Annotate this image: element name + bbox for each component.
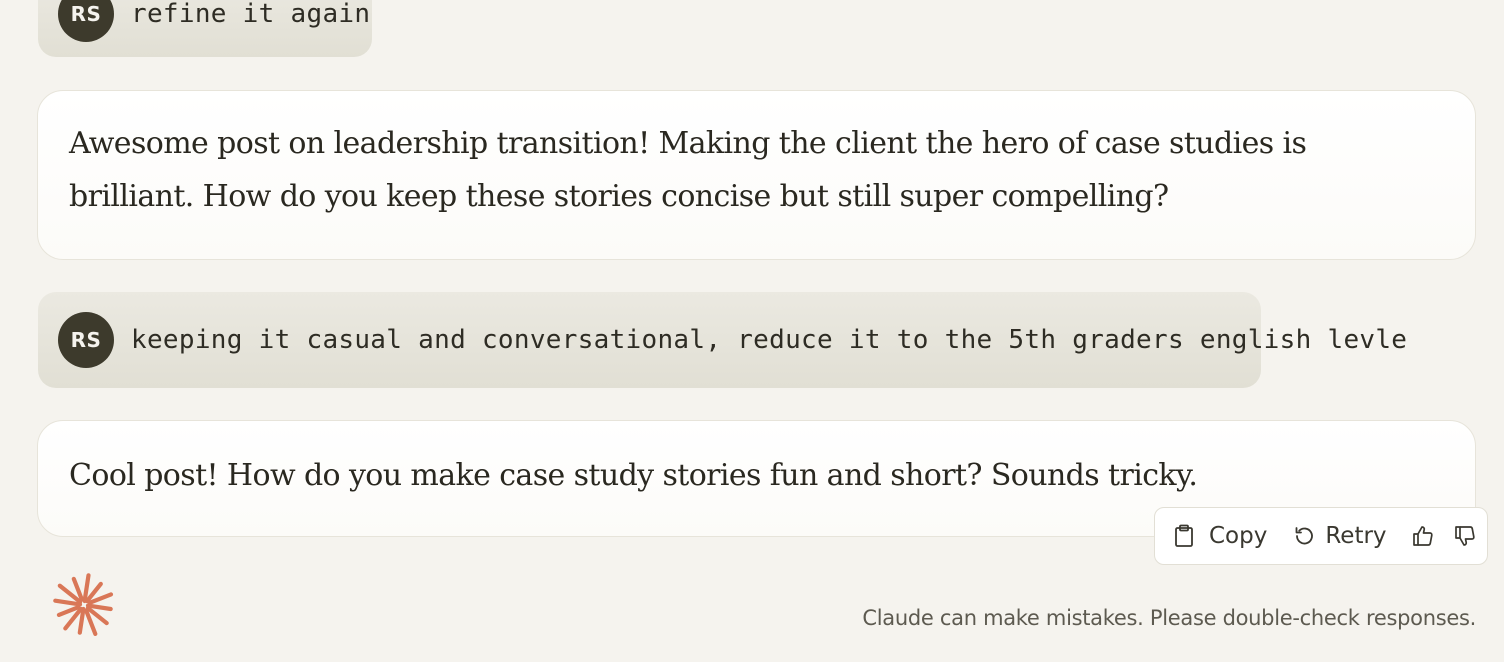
retry-label: Retry (1325, 523, 1387, 549)
user-avatar[interactable]: RS (58, 0, 114, 42)
user-message-text: keeping it casual and conversational, re… (131, 325, 1408, 355)
message-actions-bar: Copy Retry (1154, 507, 1488, 565)
copy-button[interactable]: Copy (1173, 523, 1267, 549)
disclaimer-text: Claude can make mistakes. Please double-… (862, 606, 1476, 630)
user-message: RS keeping it casual and conversational,… (38, 292, 1407, 388)
thumbs-down-button[interactable] (1453, 524, 1477, 548)
thumbs-up-button[interactable] (1411, 524, 1435, 548)
user-avatar[interactable]: RS (58, 312, 114, 368)
user-message: RS refine it again (38, 0, 372, 57)
thumbs-up-icon (1412, 526, 1433, 546)
assistant-message-text: Cool post! How do you make case study st… (69, 458, 1198, 493)
retry-icon (1295, 527, 1314, 545)
chat-page: RS refine it again Awesome post on leade… (0, 0, 1504, 662)
retry-button[interactable]: Retry (1293, 523, 1387, 549)
copy-label: Copy (1209, 523, 1268, 549)
user-message-text: refine it again (131, 0, 371, 29)
assistant-message-text: Awesome post on leadership transition! M… (69, 126, 1307, 214)
thumbs-down-icon (1454, 526, 1475, 546)
claude-logo-icon (53, 573, 114, 637)
clipboard-icon (1175, 524, 1193, 547)
assistant-message: Awesome post on leadership transition! M… (37, 90, 1476, 260)
